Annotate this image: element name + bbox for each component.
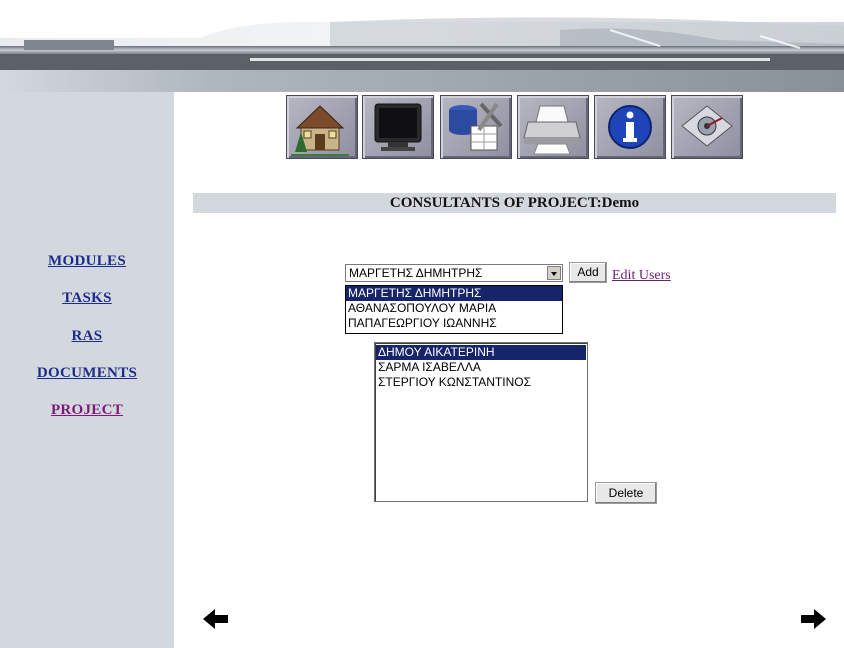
- monitor-button[interactable]: [362, 95, 434, 159]
- home-button[interactable]: [286, 95, 358, 159]
- list-item[interactable]: ΔΗΜΟΥ ΑΙΚΑΤΕΡΙΝΗ: [376, 345, 586, 360]
- sidebar-item-modules[interactable]: MODULES: [0, 253, 174, 270]
- consultants-list[interactable]: ΔΗΜΟΥ ΑΙΚΑΤΕΡΙΝΗ ΣΑΡΜΑ ΙΣΑΒΕΛΛΑ ΣΤΕΡΓΙΟΥ…: [374, 342, 588, 502]
- edit-users-link[interactable]: Edit Users: [612, 268, 671, 284]
- database-tools-icon: [449, 102, 503, 151]
- back-arrow-icon[interactable]: [203, 608, 229, 630]
- house-icon: [291, 105, 349, 156]
- list-item[interactable]: ΣΑΡΜΑ ΙΣΑΒΕΛΛΑ: [376, 360, 586, 375]
- add-button[interactable]: Add: [569, 262, 607, 283]
- header-banner: [0, 0, 844, 92]
- tools-button[interactable]: [440, 95, 512, 159]
- print-button[interactable]: [517, 95, 589, 159]
- select-option[interactable]: ΜΑΡΓΕΤΗΣ ΔΗΜΗΤΡΗΣ: [346, 286, 562, 301]
- delete-button[interactable]: Delete: [595, 482, 657, 504]
- disk-button[interactable]: [671, 95, 743, 159]
- page-title: CONSULTANTS OF PROJECT:Demo: [193, 193, 836, 213]
- select-dropdown: ΜΑΡΓΕΤΗΣ ΔΗΜΗΤΡΗΣ ΑΘΑΝΑΣΟΠΟΥΛΟΥ ΜΑΡΙΑ ΠΑ…: [345, 285, 563, 334]
- printer-icon: [523, 105, 581, 155]
- sidebar-item-tasks[interactable]: TASKS: [0, 290, 174, 307]
- info-button[interactable]: [594, 95, 666, 159]
- select-option[interactable]: ΠΑΠΑΓΕΩΡΓΙΟΥ ΙΩΑΝΝΗΣ: [346, 316, 562, 331]
- disk-icon: [681, 105, 733, 147]
- sidebar-item-ras[interactable]: RAS: [0, 328, 174, 345]
- list-item[interactable]: ΣΤΕΡΓΙΟΥ ΚΩΝΣΤΑΝΤΙΝΟΣ: [376, 375, 586, 390]
- consultant-select[interactable]: ΜΑΡΓΕΤΗΣ ΔΗΜΗΤΡΗΣ: [345, 264, 563, 282]
- select-option[interactable]: ΑΘΑΝΑΣΟΠΟΥΛΟΥ ΜΑΡΙΑ: [346, 301, 562, 316]
- sidebar-item-documents[interactable]: DOCUMENTS: [0, 365, 174, 382]
- select-value: ΜΑΡΓΕΤΗΣ ΔΗΜΗΤΡΗΣ: [349, 266, 483, 280]
- chevron-down-icon[interactable]: [547, 266, 561, 280]
- monitor-icon: [374, 103, 422, 151]
- forward-arrow-icon[interactable]: [800, 608, 826, 630]
- sidebar-item-project[interactable]: PROJECT: [0, 402, 174, 419]
- info-icon: [608, 105, 652, 149]
